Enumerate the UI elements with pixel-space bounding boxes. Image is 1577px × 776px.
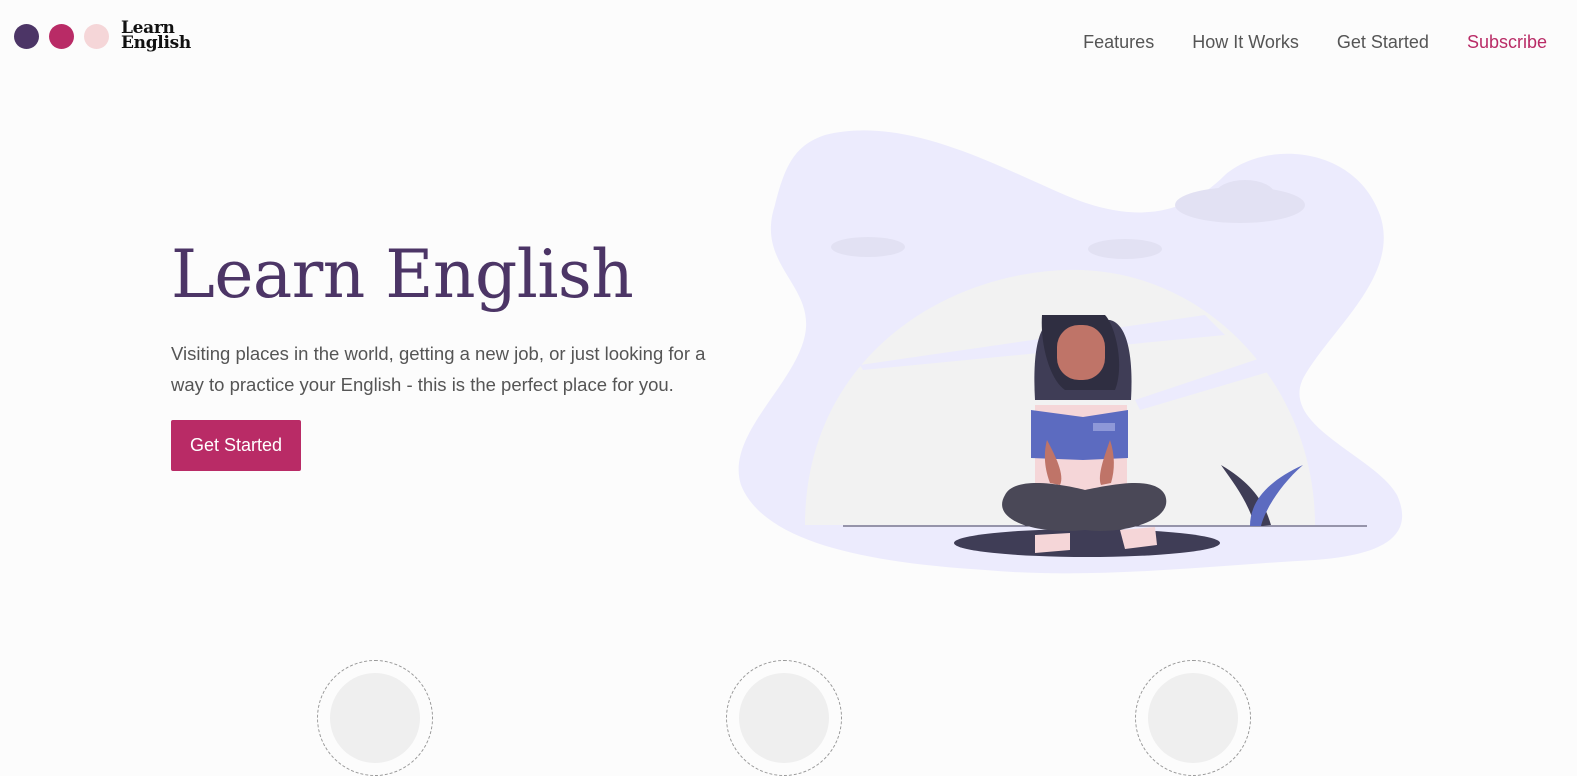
main-nav: Features How It Works Get Started Subscr… — [1083, 32, 1547, 53]
feature-book-icon — [739, 673, 829, 763]
logo-dot-magenta — [49, 23, 74, 49]
hero-title: Learn English — [171, 236, 634, 313]
hero-subtitle: Visiting places in the world, getting a … — [171, 343, 706, 395]
get-started-button[interactable]: Get Started — [171, 420, 301, 471]
logo-dot-pink — [84, 23, 109, 49]
logo-line-2: English — [121, 33, 191, 53]
nav-features-link[interactable]: Features — [1083, 32, 1154, 53]
feature-circle-1 — [317, 660, 433, 776]
logo-text: Learn English — [121, 20, 191, 53]
feature-circle-2 — [726, 660, 842, 776]
nav-get-started-link[interactable]: Get Started — [1337, 32, 1429, 53]
feature-clipboard-icon — [1148, 673, 1238, 763]
feature-chat-icon — [330, 673, 420, 763]
shadow — [954, 529, 1220, 557]
logo[interactable]: Learn English — [14, 18, 191, 54]
hero-illustration — [738, 130, 1403, 574]
logo-dot-purple — [14, 23, 39, 49]
nav-subscribe-link[interactable]: Subscribe — [1467, 32, 1547, 53]
feature-circle-3 — [1135, 660, 1251, 776]
site-header: Learn English Features How It Works Get … — [0, 0, 1577, 80]
nav-how-it-works-link[interactable]: How It Works — [1192, 32, 1299, 53]
